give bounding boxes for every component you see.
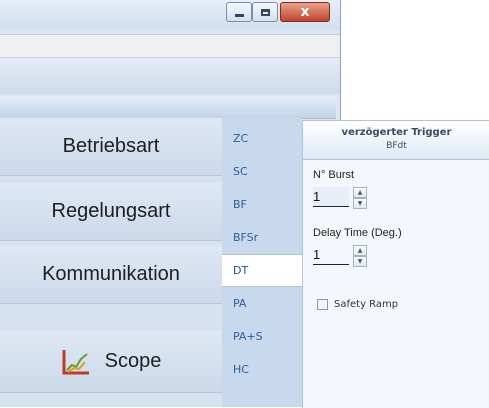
tab-label: SC <box>233 165 248 178</box>
toolbar-band <box>0 58 340 94</box>
navigation-panel: Betriebsart Regelungsart Kommunikation S… <box>0 118 222 407</box>
delay-time-input[interactable] <box>313 245 349 265</box>
arrow-up-icon: ▲ <box>357 246 363 254</box>
nav-button-label: Betriebsart <box>62 135 160 157</box>
burst-up-button[interactable]: ▲ <box>353 187 367 198</box>
menu-bar <box>0 34 340 58</box>
burst-down-button[interactable]: ▼ <box>353 198 367 209</box>
tab-dt[interactable]: DT <box>222 254 306 287</box>
scope-chart-icon <box>62 349 89 374</box>
maximize-icon <box>260 8 270 16</box>
nav-button-label: Regelungsart <box>51 200 171 222</box>
minimize-icon <box>234 13 244 17</box>
safety-ramp-row: Safety Ramp <box>317 297 398 311</box>
minimize-button[interactable] <box>226 2 252 22</box>
close-icon: x <box>300 4 310 20</box>
delay-up-button[interactable]: ▲ <box>353 245 367 256</box>
nav-button-betriebsart[interactable]: Betriebsart <box>0 118 222 176</box>
tab-label: ZC <box>233 132 249 145</box>
delay-down-button[interactable]: ▼ <box>353 256 367 267</box>
tab-hc[interactable]: HC <box>222 353 302 386</box>
tab-label: PA+S <box>233 330 263 343</box>
tab-sc[interactable]: SC <box>222 155 302 188</box>
nav-button-label: Kommunikation <box>42 263 180 285</box>
close-button[interactable]: x <box>280 2 330 22</box>
delay-time-spinner: ▲ ▼ <box>353 245 367 267</box>
tab-label: BFSr <box>233 231 259 244</box>
tab-zc[interactable]: ZC <box>222 122 302 155</box>
nav-button-kommunikation[interactable]: Kommunikation <box>0 246 222 304</box>
tab-bfsr[interactable]: BFSr <box>222 221 302 254</box>
detail-subtitle: BFdt <box>386 141 407 151</box>
tab-pa-s[interactable]: PA+S <box>222 320 302 353</box>
nav-button-regelungsart[interactable]: Regelungsart <box>0 183 222 241</box>
mode-tab-strip: ZC SC BF BFSr DT PA PA+S HC <box>222 118 306 407</box>
nav-button-label: Scope <box>104 350 162 372</box>
title-bar: x <box>0 0 340 30</box>
tab-label: PA <box>233 297 247 310</box>
tab-label: BF <box>233 198 247 211</box>
arrow-up-icon: ▲ <box>357 188 363 196</box>
detail-header: verzögerter Trigger BFdt <box>303 121 489 160</box>
mode-detail-panel: verzögerter Trigger BFdt N° Burst ▲ ▼ De… <box>302 120 489 408</box>
burst-label: N° Burst <box>313 169 355 181</box>
tab-pa[interactable]: PA <box>222 287 302 320</box>
tab-bf[interactable]: BF <box>222 188 302 221</box>
nav-button-scope[interactable]: Scope <box>0 331 222 393</box>
burst-spinner: ▲ ▼ <box>353 187 367 209</box>
tab-label: DT <box>233 264 249 277</box>
safety-ramp-checkbox[interactable] <box>317 298 328 310</box>
safety-ramp-label[interactable]: Safety Ramp <box>334 299 398 310</box>
burst-input[interactable] <box>313 187 349 207</box>
panel-separator <box>0 96 336 119</box>
delay-time-label: Delay Time (Deg.) <box>313 227 402 239</box>
tab-label: HC <box>233 363 249 376</box>
maximize-button[interactable] <box>252 2 278 22</box>
arrow-down-icon: ▼ <box>357 257 363 265</box>
arrow-down-icon: ▼ <box>357 199 363 207</box>
detail-title: verzögerter Trigger <box>341 127 452 138</box>
